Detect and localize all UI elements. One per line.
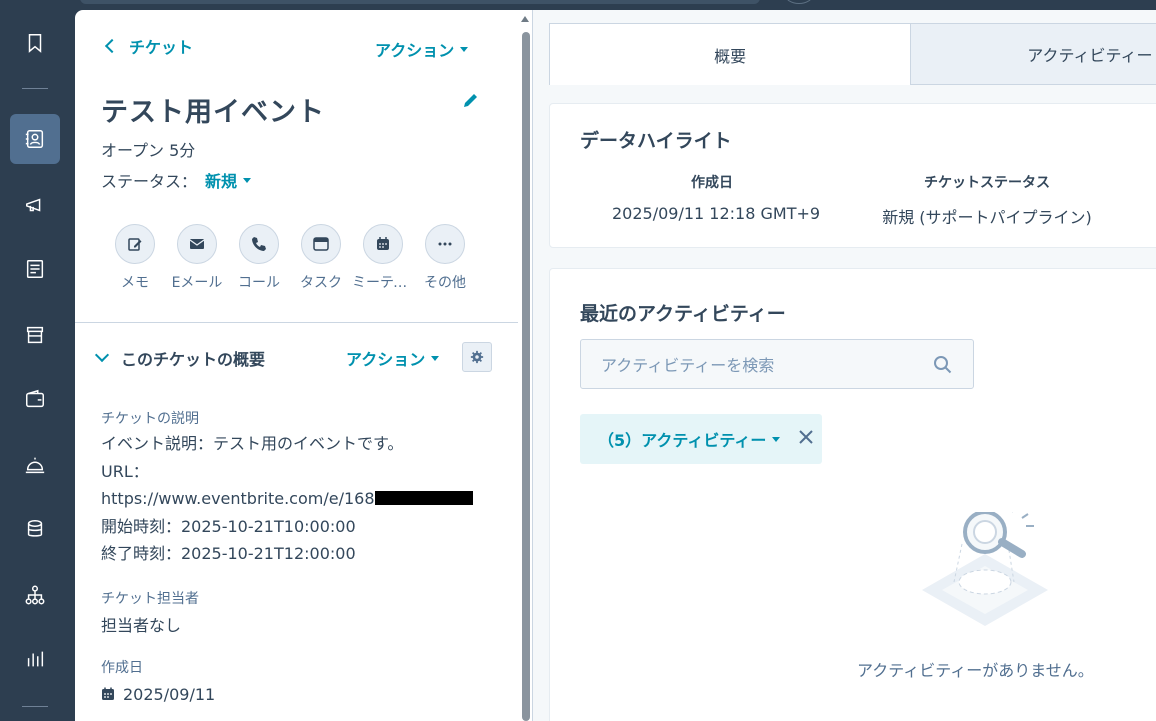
caret-down-icon: [460, 46, 469, 52]
description-url-line: https://www.eventbrite.com/e/168: [101, 485, 473, 513]
open-duration: オープン 5分: [101, 141, 196, 160]
bookmark-icon[interactable]: [10, 18, 60, 68]
main-content: 概要 アクティビティー データハイライト 作成日 2025/09/11 12:1…: [532, 10, 1156, 721]
database-icon[interactable]: [10, 504, 60, 554]
recent-activities-card: 最近のアクティビティー アクティビティーを検索 （5）アクティビティー アクティ…: [549, 268, 1156, 721]
status-row: ステータス： 新規: [101, 168, 252, 192]
record-title: テスト用イベント: [101, 97, 325, 128]
email-icon: [177, 224, 217, 264]
note-button[interactable]: メモ: [115, 224, 155, 292]
record-actions-dropdown[interactable]: アクション: [375, 37, 469, 61]
newsletter-icon[interactable]: [10, 244, 60, 294]
nav-divider: [22, 88, 48, 89]
highlight-created-key: 作成日: [691, 175, 733, 191]
actions-label: アクション: [346, 350, 426, 369]
owner-value[interactable]: 担当者なし: [101, 612, 181, 640]
summary-section-toggle[interactable]: このチケットの概要: [94, 346, 266, 370]
summary-title: このチケットの概要: [121, 350, 266, 369]
meeting-button[interactable]: ミーティング: [352, 224, 414, 292]
task-icon: [301, 224, 341, 264]
meeting-label: ミーティング: [352, 275, 414, 291]
search-icon[interactable]: [933, 355, 953, 375]
workflow-icon[interactable]: [10, 570, 60, 620]
tab-overview[interactable]: 概要: [549, 23, 912, 85]
highlight-status-value: 新規 (サポートパイプライン): [882, 208, 1092, 227]
phone-icon: [239, 224, 279, 264]
status-label: ステータス：: [101, 172, 198, 191]
empty-state-text: アクティビティーがありません。: [857, 661, 1094, 680]
created-date-value: 2025/09/11: [123, 685, 216, 704]
filter-label: （5）アクティビティー: [598, 431, 767, 450]
owner-label: チケット担当者: [101, 591, 199, 607]
actions-label: アクション: [375, 41, 455, 60]
close-icon[interactable]: [798, 429, 814, 445]
quick-actions: メモ Eメール コール タスク ミーティング その他: [115, 224, 466, 292]
gear-icon[interactable]: [462, 342, 492, 372]
description-line: URL：: [101, 461, 149, 481]
caret-down-icon: [243, 177, 252, 183]
note-label: メモ: [121, 275, 149, 291]
search-placeholder: アクティビティーを検索: [601, 356, 775, 375]
description-line: 終了時刻：2025-10-21T12:00:00: [101, 544, 356, 563]
service-bell-icon[interactable]: [10, 440, 60, 490]
help-button[interactable]: [785, 0, 813, 4]
task-button[interactable]: タスク: [300, 224, 342, 292]
activities-title: 最近のアクティビティー: [580, 303, 786, 325]
nav-divider: [22, 706, 48, 707]
back-label: チケット: [129, 38, 194, 57]
meeting-icon: [363, 224, 403, 264]
empty-state-illustration-icon: [922, 512, 1048, 626]
more-icon: [425, 224, 465, 264]
data-highlights-card: データハイライト 作成日 2025/09/11 12:18 GMT+9 チケット…: [549, 103, 1156, 248]
tab-bar: 概要 アクティビティー: [549, 23, 1156, 85]
store-icon[interactable]: [10, 310, 60, 360]
calendar-icon: [102, 687, 114, 700]
scroll-up-arrow[interactable]: [521, 16, 529, 22]
email-button[interactable]: Eメール: [172, 224, 222, 292]
activity-filter-chip[interactable]: （5）アクティビティー: [580, 414, 822, 464]
caret-down-icon: [431, 355, 440, 361]
left-nav: [0, 0, 75, 721]
status-dropdown[interactable]: 新規: [205, 168, 252, 192]
chevron-down-icon: [94, 347, 110, 363]
scrollbar[interactable]: [522, 32, 530, 721]
redaction-bar: [374, 491, 473, 505]
description-line: イベント説明：テスト用のイベントです。: [101, 434, 404, 453]
activity-search-input[interactable]: アクティビティーを検索: [580, 339, 974, 389]
description-line: 開始時刻：2025-10-21T10:00:00: [101, 516, 356, 536]
chevron-left-icon: [104, 38, 120, 54]
highlight-status-key: チケットステータス: [924, 175, 1050, 191]
back-to-tickets-link[interactable]: チケット: [103, 34, 193, 58]
contacts-icon[interactable]: [10, 114, 60, 164]
reports-icon[interactable]: [10, 634, 60, 684]
highlights-title: データハイライト: [580, 130, 732, 152]
description-url[interactable]: https://www.eventbrite.com/e/168: [101, 489, 375, 508]
created-date-label: 作成日: [101, 660, 143, 676]
global-search-bar[interactable]: [80, 0, 760, 4]
call-button[interactable]: コール: [238, 224, 280, 292]
more-button[interactable]: その他: [424, 224, 466, 292]
highlight-created: 作成日 2025/09/11 12:18 GMT+9: [612, 172, 821, 223]
caret-down-icon: [772, 436, 781, 442]
highlight-status: チケットステータス 新規 (サポートパイプライン): [872, 172, 1102, 228]
megaphone-icon[interactable]: [10, 180, 60, 230]
status-value: 新規: [205, 172, 238, 191]
call-label: コール: [238, 275, 280, 291]
highlight-created-value: 2025/09/11 12:18 GMT+9: [612, 204, 821, 223]
wallet-icon[interactable]: [10, 374, 60, 424]
task-label: タスク: [300, 275, 342, 291]
description-label: チケットの説明: [101, 411, 199, 427]
email-label: Eメール: [171, 275, 223, 291]
divider: [75, 322, 518, 323]
description-value: イベント説明：テスト用のイベントです。 URL： https://www.eve…: [101, 430, 473, 568]
created-date-field[interactable]: 2025/09/11: [101, 681, 215, 709]
tab-activities[interactable]: アクティビティー: [911, 23, 1156, 85]
more-label: その他: [424, 275, 466, 291]
top-bar: [0, 0, 1156, 10]
record-sidebar: チケット アクション テスト用イベント オープン 5分 ステータス： 新規 メモ…: [75, 10, 532, 721]
note-icon: [115, 224, 155, 264]
summary-actions-dropdown[interactable]: アクション: [346, 346, 440, 370]
pencil-icon[interactable]: [461, 90, 481, 110]
